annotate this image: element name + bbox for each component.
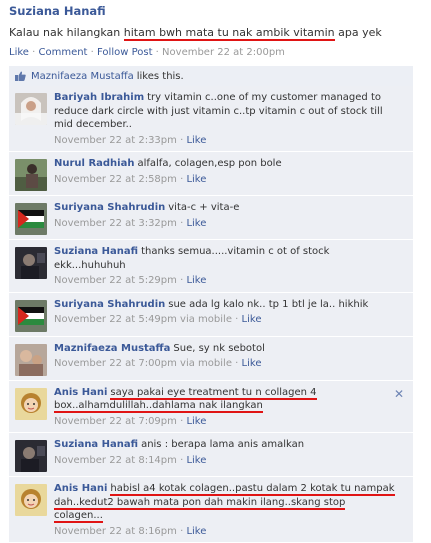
separator: · <box>176 134 187 146</box>
comment-meta: November 22 at 5:29pm · Like <box>54 274 397 288</box>
comment-meta: November 22 at 2:33pm · Like <box>54 134 397 148</box>
comment-item: Suriyana Shahrudin sue ada lg kalo nk.. t… <box>9 292 413 337</box>
separator: · <box>176 525 187 537</box>
comment-body: Anis Hani habisl a4 kotak colagen..pastu … <box>54 482 407 538</box>
comment-body: Suriyana Shahrudin sue ada lg kalo nk.. t… <box>54 298 407 332</box>
post-message: Kalau nak hilangkan hitam bwh mata tu na… <box>9 26 423 41</box>
comment-item: Anis Hani habisl a4 kotak colagen..pastu … <box>9 477 413 543</box>
likes-text: likes this. <box>136 70 184 82</box>
comment-body: Suriyana Shahrudin vita-c + vita-e Novembe… <box>54 201 407 235</box>
avatar[interactable] <box>15 343 47 376</box>
comment-meta: November 22 at 5:49pm via mobile · Like <box>54 313 397 327</box>
avatar[interactable] <box>15 299 47 332</box>
separator: · <box>176 415 187 427</box>
comment-like-link[interactable]: Like <box>186 174 206 185</box>
separator: · <box>87 47 98 58</box>
comment-body: Nurul Radhiah alfalfa, colagen,esp pon bo… <box>54 157 407 191</box>
comment-timestamp: November 22 at 7:09pm <box>54 415 177 427</box>
comment-like-link[interactable]: Like <box>186 218 206 229</box>
comment-item: Anis Hani saya pakai eye treatment tu n c… <box>9 380 413 433</box>
comment-text: Sue, sy nk sebotol <box>173 342 265 354</box>
commenter-name[interactable]: Anis Hani <box>54 387 107 398</box>
avatar[interactable] <box>15 484 47 516</box>
comment-item: Suriyana Shahrudin vita-c + vita-e Novembe… <box>9 196 413 240</box>
comment-text: alfalfa, colagen,esp pon bole <box>137 158 282 169</box>
thumbs-up-icon <box>15 71 26 81</box>
comment-like-link[interactable]: Like <box>242 314 262 325</box>
comment-like-link[interactable]: Like <box>186 416 206 427</box>
comment-body: Maznifaeza Mustaffa Sue, sy nk sebotol Nov… <box>54 342 407 376</box>
commenter-name[interactable]: Nurul Radhiah <box>54 158 134 169</box>
avatar[interactable] <box>15 387 47 420</box>
comment-item: Maznifaeza Mustaffa Sue, sy nk sebotol Nov… <box>9 336 413 381</box>
follow-post-link[interactable]: Follow Post <box>97 47 152 58</box>
commenter-name[interactable]: Maznifaeza Mustaffa <box>54 343 170 354</box>
comment-like-link[interactable]: Like <box>186 455 206 466</box>
comment-body: Suziana Hanafi anis : berapa lama anis am… <box>54 438 407 472</box>
liker-name[interactable]: Maznifaeza Mustaffa <box>31 71 134 82</box>
comment-like-link[interactable]: Like <box>186 135 206 146</box>
post-text-after: apa yek <box>334 26 382 39</box>
separator: · <box>231 358 242 369</box>
post-timestamp: November 22 at 2:00pm <box>162 47 285 58</box>
comment-text: anis : berapa lama anis amalkan <box>141 439 305 450</box>
separator: · <box>231 314 242 325</box>
avatar[interactable] <box>15 203 47 235</box>
comments-list: Bariyah Ibrahim try vitamin c..one of my … <box>9 86 413 543</box>
post-text-underlined: hitam bwh mata tu nak ambik vitamin <box>123 26 335 41</box>
comment-body: Suziana Hanafi thanks semua.....vitamin c… <box>54 245 407 288</box>
comment-like-link[interactable]: Like <box>186 526 206 537</box>
post-author[interactable]: Suziana Hanafi <box>9 4 423 18</box>
avatar[interactable] <box>15 159 47 191</box>
commenter-name[interactable]: Suriyana Shahrudin <box>54 299 165 310</box>
comment-meta: November 22 at 8:16pm · Like <box>54 525 397 539</box>
comment-meta: November 22 at 7:09pm · Like <box>54 415 397 429</box>
avatar[interactable] <box>15 440 47 472</box>
comment-body: Bariyah Ibrahim try vitamin c..one of my … <box>54 91 407 147</box>
separator: · <box>176 454 187 466</box>
post-text-before: Kalau nak hilangkan <box>9 26 124 39</box>
comment-item: Suziana Hanafi thanks semua.....vitamin c… <box>9 240 413 293</box>
separator: · <box>176 217 187 229</box>
comment-meta: November 22 at 8:14pm · Like <box>54 454 397 468</box>
commenter-name[interactable]: Anis Hani <box>54 483 107 494</box>
comment-meta: November 22 at 7:00pm via mobile · Like <box>54 357 397 371</box>
like-link[interactable]: Like <box>9 47 29 58</box>
separator: · <box>176 275 187 286</box>
commenter-name[interactable]: Suriyana Shahrudin <box>54 202 165 213</box>
comment-timestamp: November 22 at 3:32pm <box>54 217 177 229</box>
commenter-name[interactable]: Bariyah Ibrahim <box>54 92 144 103</box>
commenter-name[interactable]: Suziana Hanafi <box>54 439 138 450</box>
comment-text: vita-c + vita-e <box>168 202 240 213</box>
comment-timestamp: November 22 at 2:58pm <box>54 173 177 185</box>
comment-like-link[interactable]: Like <box>242 358 262 369</box>
comment-item: Bariyah Ibrahim try vitamin c..one of my … <box>9 86 413 152</box>
comment-timestamp: November 22 at 8:16pm <box>54 525 177 537</box>
commenter-name[interactable]: Suziana Hanafi <box>54 246 138 257</box>
likes-bar: Maznifaeza Mustaffa likes this. <box>9 66 413 86</box>
comment-text: sue ada lg kalo nk.. tp 1 btl je la.. hi… <box>168 298 369 310</box>
comment-timestamp: November 22 at 5:29pm <box>54 275 177 286</box>
comment-item: Suziana Hanafi anis : berapa lama anis am… <box>9 433 413 477</box>
comment-item: Nurul Radhiah alfalfa, colagen,esp pon bo… <box>9 152 413 196</box>
post: Suziana Hanafi Kalau nak hilangkan hitam… <box>9 4 423 543</box>
avatar[interactable] <box>15 93 47 125</box>
comment-timestamp: November 22 at 7:00pm via mobile <box>54 358 232 369</box>
comment-timestamp: November 22 at 5:49pm via mobile <box>54 314 232 325</box>
comment-timestamp: November 22 at 8:14pm <box>54 454 177 466</box>
comment-meta: November 22 at 3:32pm · Like <box>54 217 397 231</box>
comment-link[interactable]: Comment <box>38 47 87 58</box>
comment-meta: November 22 at 2:58pm · Like <box>54 173 397 187</box>
post-actions: Like · Comment · Follow Post · November … <box>9 47 423 58</box>
comment-like-link[interactable]: Like <box>186 275 206 286</box>
separator: · <box>152 47 163 58</box>
comment-body: Anis Hani saya pakai eye treatment tu n c… <box>54 386 407 429</box>
remove-comment-icon[interactable]: ✕ <box>394 387 404 401</box>
separator: · <box>176 173 187 185</box>
comment-timestamp: November 22 at 2:33pm <box>54 134 177 146</box>
avatar[interactable] <box>15 247 47 279</box>
